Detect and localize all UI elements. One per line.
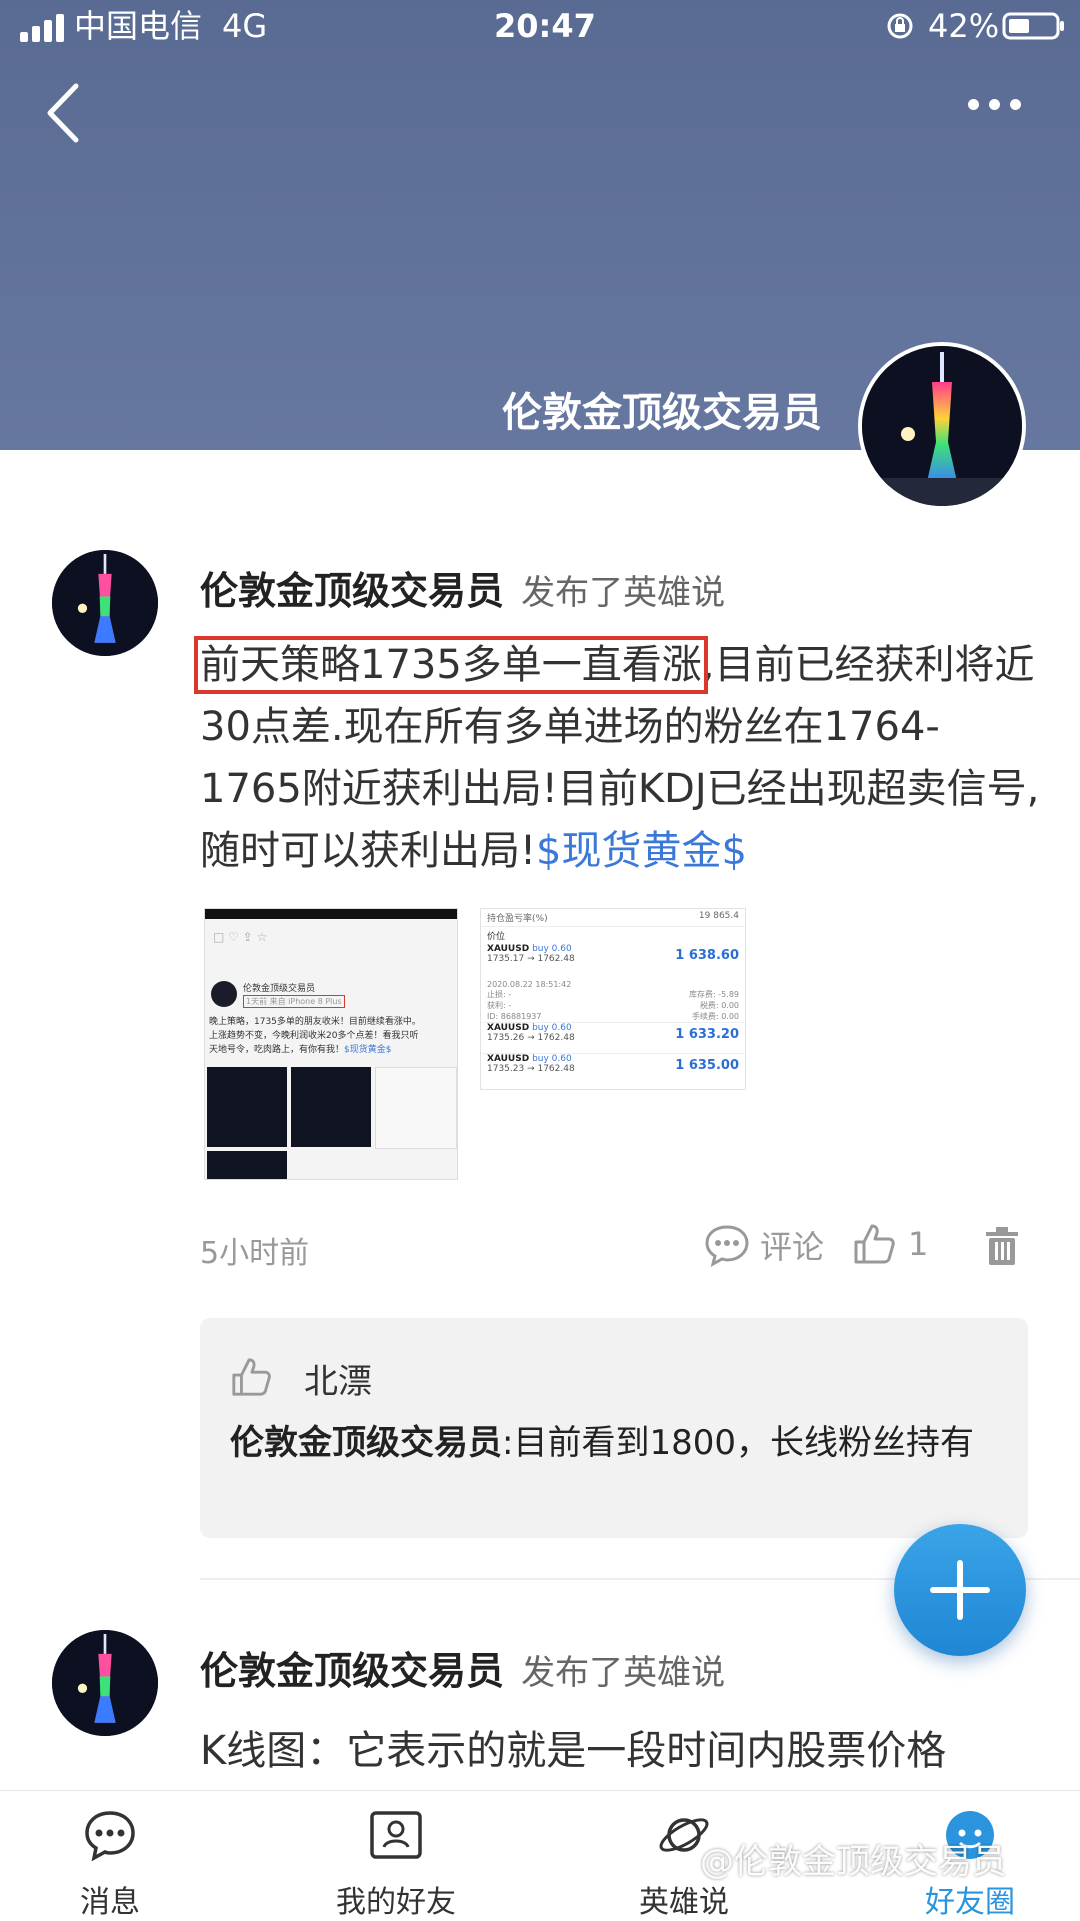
battery-icon — [1002, 12, 1066, 40]
comment-label: 评论 — [760, 1228, 825, 1266]
post-author-avatar[interactable] — [52, 1630, 158, 1736]
chevron-left-icon — [47, 83, 79, 143]
status-time: 20:47 — [494, 7, 596, 45]
liker-name[interactable]: 北漂 — [304, 1354, 372, 1403]
signal-icon — [20, 12, 66, 42]
topic-tag-link[interactable]: $现货黄金$ — [536, 828, 747, 874]
post-author-avatar[interactable] — [52, 550, 158, 656]
post-image-1[interactable]: □ ♡ ⇪ ☆ 伦敦金顶级交易员 1天前 来自 iPhone 8 Plus 晚上… — [204, 908, 458, 1180]
thumb2-value: 1 638.60 — [675, 948, 739, 963]
back-button[interactable] — [40, 78, 90, 148]
profile-name: 伦敦金顶级交易员 — [502, 390, 822, 436]
thumbs-up-icon — [854, 1224, 895, 1264]
more-options-button[interactable] — [968, 84, 1038, 124]
new-post-button[interactable] — [894, 1524, 1026, 1656]
plus-icon — [930, 1560, 990, 1620]
comment-item: 伦敦金顶级交易员:目前看到1800，长线粉丝持有 — [230, 1422, 990, 1464]
comment-icon — [705, 1225, 749, 1267]
trash-icon — [986, 1227, 1018, 1265]
like-count: 1 — [908, 1225, 929, 1263]
post-header: 伦敦金顶级交易员 发布了英雄说 — [200, 1640, 725, 1695]
tab-messages[interactable]: 消息 — [10, 1791, 210, 1921]
contact-card-icon — [368, 1807, 424, 1863]
profile-avatar[interactable] — [858, 342, 1026, 510]
network-label: 4G — [222, 7, 268, 45]
thumb-tag: $现货黄金$ — [344, 1045, 392, 1055]
chat-bubble-icon — [82, 1807, 138, 1863]
comment-section: 北漂 伦敦金顶级交易员:目前看到1800，长线粉丝持有 — [200, 1318, 1028, 1538]
thumb-line-3: 天地号令，吃肉路上，有你有我！ — [209, 1045, 345, 1055]
thumb-line-2: 上涨趋势不变，今晚利润收米20多个点差！看我只听 — [209, 1031, 419, 1041]
post-action-label: 发布了英雄说 — [521, 573, 726, 613]
battery-label: 42% — [928, 7, 1000, 45]
tab-friends[interactable]: 我的好友 — [296, 1791, 496, 1921]
post-author-name[interactable]: 伦敦金顶级交易员 — [200, 1649, 504, 1693]
post-image-2[interactable]: 持仓盈亏率(%) 19 865.4 价位 XAUUSD buy 0.60 173… — [480, 908, 746, 1090]
thumb-author: 伦敦金顶级交易员 — [243, 984, 316, 994]
highlighted-text: 前天策略1735多单一直看涨 — [194, 636, 708, 694]
watermark: @伦敦金顶级交易员 — [700, 1842, 1006, 1882]
delete-button[interactable] — [984, 1226, 1020, 1270]
comment-text: :目前看到1800，长线粉丝持有 — [502, 1423, 974, 1463]
post-author-name[interactable]: 伦敦金顶级交易员 — [200, 569, 504, 613]
like-list-icon — [230, 1356, 272, 1402]
like-button[interactable]: 1 — [852, 1222, 928, 1266]
rotation-lock-icon — [886, 12, 914, 40]
carrier-label: 中国电信 — [74, 7, 203, 45]
comment-author[interactable]: 伦敦金顶级交易员 — [230, 1423, 502, 1463]
post-body: 前天策略1735多单一直看涨,目前已经获利将近30点差.现在所有多单进场的粉丝在… — [194, 634, 1040, 882]
post-action-label: 发布了英雄说 — [521, 1653, 726, 1693]
thumb2-header-value: 19 865.4 — [698, 911, 739, 921]
thumb2-date: 2020.08.22 18:51:42 — [487, 980, 572, 989]
thumb2-col-label: 价位 — [487, 932, 506, 942]
post-body: K线图：它表示的就是一段时间内股票价格 — [200, 1728, 947, 1774]
post-timestamp: 5小时前 — [200, 1236, 310, 1271]
post-header: 伦敦金顶级交易员 发布了英雄说 — [200, 560, 725, 615]
thumb2-symbol: XAUUSD — [487, 944, 530, 954]
thumb-meta: 1天前 来自 iPhone 8 Plus — [243, 995, 345, 1008]
comment-button[interactable]: 评论 — [704, 1222, 824, 1268]
thumb-line-1: 晚上策略，1735多单的朋友收米！目前继续看涨中。 — [209, 1017, 421, 1027]
thumb2-side: buy 0.60 — [532, 944, 572, 954]
thumb2-header-label: 持仓盈亏率(%) — [487, 914, 548, 924]
